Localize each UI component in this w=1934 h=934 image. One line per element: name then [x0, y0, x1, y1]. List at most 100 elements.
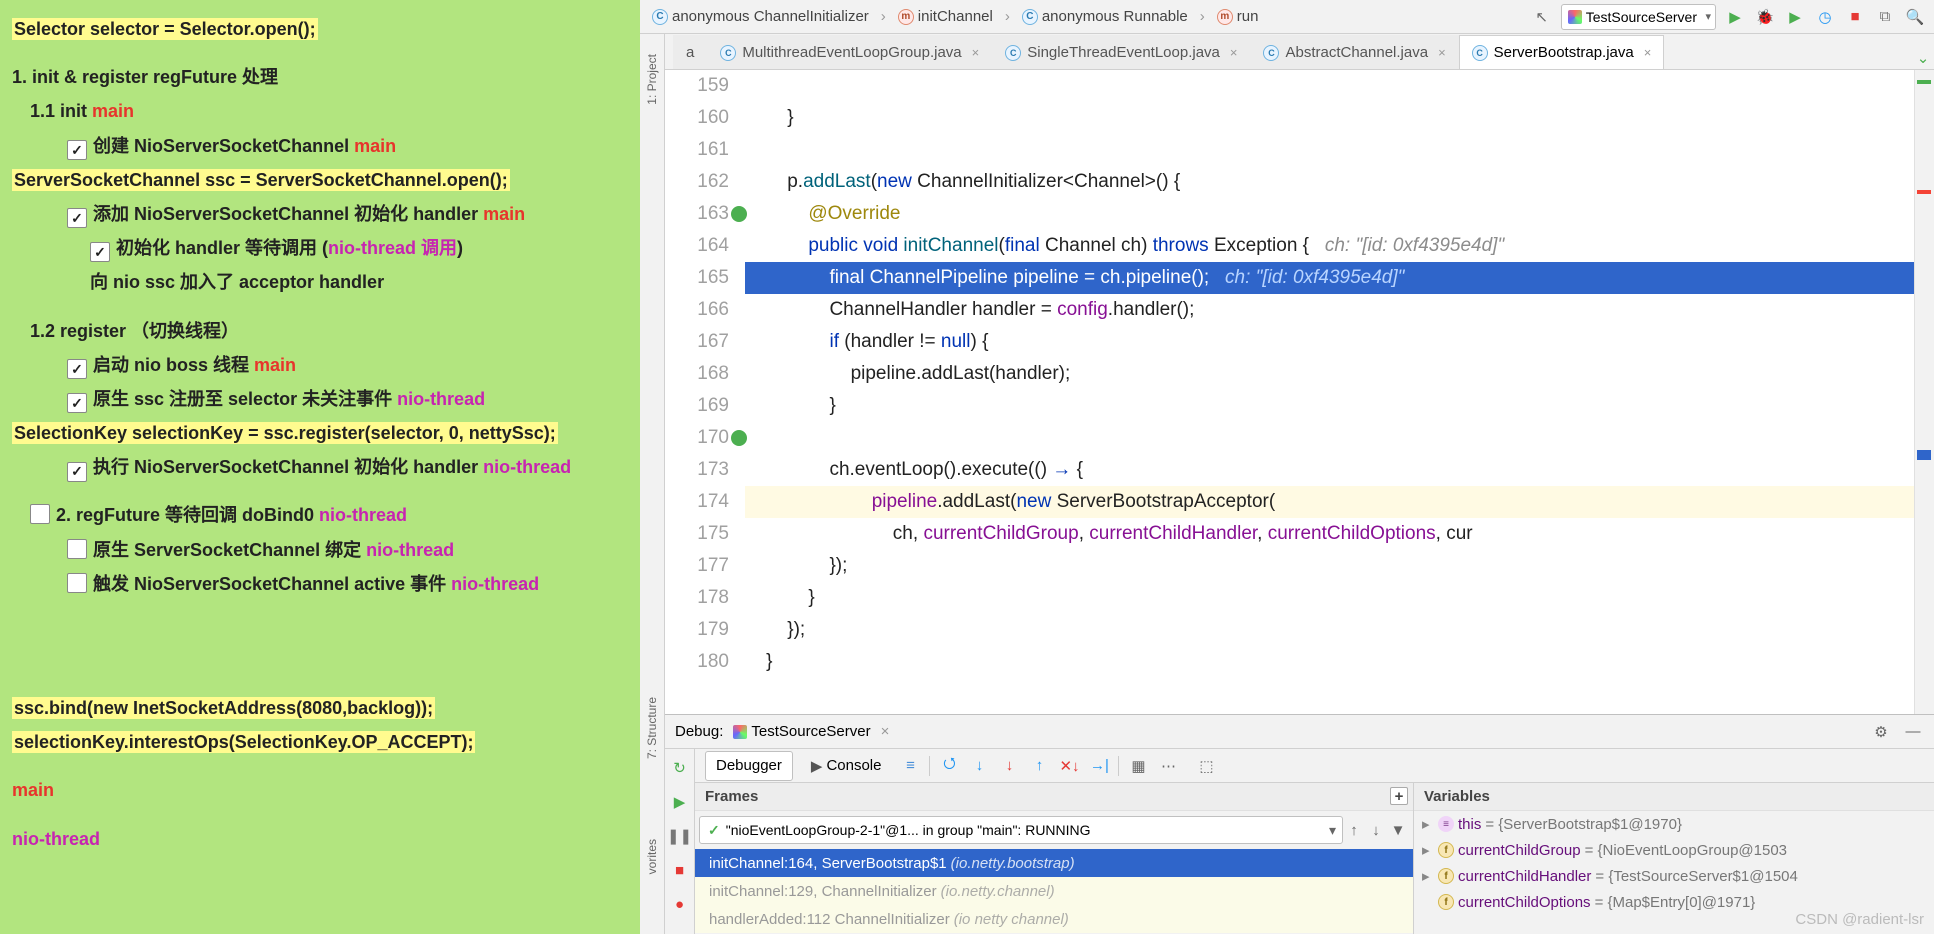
note-text: 初始化 handler 等待调用 ( [116, 238, 328, 258]
add-watch-icon[interactable]: + [1390, 787, 1408, 805]
editor-marker-strip[interactable] [1914, 70, 1934, 714]
project-tool-tab[interactable]: 1: Project [645, 54, 659, 105]
checkbox-icon[interactable]: ✓ [67, 359, 87, 379]
tab-overflow-icon[interactable]: ⌄ [1912, 47, 1934, 69]
step-over-icon[interactable]: ⭯ [938, 755, 960, 777]
note-tag: nio-thread [366, 540, 454, 560]
note-text: 2. regFuture 等待回调 doBind0 [56, 505, 319, 525]
more-icon[interactable]: ⋯ [1157, 755, 1179, 777]
override-icon[interactable] [731, 206, 747, 222]
coverage-icon[interactable]: ▶ [1784, 6, 1806, 28]
java-icon: C [720, 45, 736, 61]
close-icon[interactable]: × [881, 723, 890, 740]
force-step-into-icon[interactable]: ↓ [998, 755, 1020, 777]
note-tag: main [12, 773, 628, 807]
stop-icon[interactable]: ■ [669, 859, 691, 881]
note-text: 原生 ssc 注册至 selector 未关注事件 [93, 389, 397, 409]
layout-settings-icon[interactable]: ⬚ [1195, 755, 1217, 777]
console-tab[interactable]: ▶Console [801, 751, 892, 781]
run-config-dropdown[interactable]: TestSourceServer [1561, 4, 1716, 30]
rerun-icon[interactable]: ↻ [669, 757, 691, 779]
editor-tab[interactable]: CSingleThreadEventLoop.java× [992, 35, 1250, 69]
note-tag: main [92, 101, 134, 121]
close-icon[interactable]: × [1438, 45, 1446, 60]
frame-row[interactable]: initChannel:164, ServerBootstrap$1 (io.n… [695, 849, 1413, 877]
editor-tab[interactable]: a [673, 35, 707, 69]
debug-tool-window: Debug: TestSourceServer× ⚙ — ↻ ▶ ❚❚ ■ ● [665, 714, 1934, 934]
editor-tab[interactable]: CMultithreadEventLoopGroup.java× [707, 35, 992, 69]
note-line: SelectionKey selectionKey = ssc.register… [12, 422, 558, 444]
gutter: 159160161162 163 164 165166167168169 170… [665, 70, 745, 714]
gear-icon[interactable]: ⚙ [1870, 721, 1892, 743]
structure-tool-tab[interactable]: 7: Structure [645, 697, 659, 759]
favorites-tool-tab[interactable]: vorites [645, 839, 659, 874]
override-icon[interactable] [731, 430, 747, 446]
resume-icon[interactable]: ▶ [669, 791, 691, 813]
checkbox-icon[interactable] [67, 573, 87, 593]
profile-icon[interactable]: ◷ [1814, 6, 1836, 28]
breadcrumb-item[interactable]: Canonymous ChannelInitializer [648, 6, 873, 27]
filter-icon[interactable]: ▼ [1387, 819, 1409, 841]
tab-label: a [686, 44, 694, 61]
thread-dropdown[interactable]: "nioEventLoopGroup-2-1"@1... in group "m… [699, 816, 1343, 844]
next-frame-icon[interactable]: ↓ [1365, 819, 1387, 841]
frame-row[interactable]: initChannel:129, ChannelInitializer (io.… [695, 877, 1413, 905]
variable-row[interactable]: ▸fcurrentChildGroup = {NioEventLoopGroup… [1414, 837, 1934, 863]
debug-side-toolbar: ↻ ▶ ❚❚ ■ ● [665, 749, 695, 934]
note-tag: main [254, 355, 296, 375]
step-out-icon[interactable]: ↑ [1028, 755, 1050, 777]
checkbox-icon[interactable]: ✓ [67, 462, 87, 482]
debug-icon[interactable]: 🐞 [1754, 6, 1776, 28]
close-icon[interactable]: × [1644, 45, 1652, 60]
editor-tab[interactable]: CServerBootstrap.java× [1459, 35, 1665, 69]
stop-icon[interactable]: ■ [1844, 6, 1866, 28]
class-icon: C [1022, 9, 1038, 25]
note-text: 执行 NioServerSocketChannel 初始化 handler [93, 457, 483, 477]
frames-title: Frames [695, 783, 1413, 811]
search-icon[interactable]: 🔍 [1904, 6, 1926, 28]
breadcrumb-item[interactable]: minitChannel [894, 6, 997, 27]
frame-row[interactable]: handlerAdded:112 ChannelInitializer (io … [695, 905, 1413, 933]
editor-tab[interactable]: CAbstractChannel.java× [1250, 35, 1458, 69]
variable-row[interactable]: ▸fcurrentChildHandler = {TestSourceServe… [1414, 863, 1934, 889]
pause-icon[interactable]: ❚❚ [669, 825, 691, 847]
step-into-icon[interactable]: ↓ [968, 755, 990, 777]
drop-frame-icon[interactable]: ✕↓ [1058, 755, 1080, 777]
variables-title: Variables [1424, 788, 1490, 805]
marker-icon[interactable] [1917, 190, 1931, 194]
left-tool-strip[interactable]: 1: Project 7: Structure vorites [640, 34, 665, 934]
breadcrumb-label: anonymous ChannelInitializer [672, 8, 869, 25]
checkbox-icon[interactable]: ✓ [67, 208, 87, 228]
breakpoints-icon[interactable]: ● [669, 893, 691, 915]
method-icon: m [1217, 9, 1233, 25]
threads-icon[interactable]: ≡ [899, 755, 921, 777]
checkbox-icon[interactable] [67, 539, 87, 559]
run-to-cursor-icon[interactable]: →| [1088, 755, 1110, 777]
code-editor[interactable]: 159160161162 163 164 165166167168169 170… [665, 70, 1914, 714]
minimize-icon[interactable]: — [1902, 721, 1924, 743]
checkbox-icon[interactable]: ✓ [67, 393, 87, 413]
debugger-tab[interactable]: Debugger [705, 751, 793, 781]
checkbox-icon[interactable]: ✓ [67, 140, 87, 160]
evaluate-icon[interactable]: ▦ [1127, 755, 1149, 777]
code-area[interactable]: } p.addLast(new ChannelInitializer<Chann… [745, 70, 1914, 714]
frame-list[interactable]: initChannel:164, ServerBootstrap$1 (io.n… [695, 849, 1413, 934]
layout-icon[interactable]: ⧉ [1874, 6, 1896, 28]
breadcrumb-item[interactable]: mrun [1213, 6, 1263, 27]
note-line: selectionKey.interestOps(SelectionKey.OP… [12, 731, 475, 753]
breadcrumb-item[interactable]: Canonymous Runnable [1018, 6, 1192, 27]
marker-icon[interactable] [1917, 80, 1931, 84]
note-text: 触发 NioServerSocketChannel active 事件 [93, 574, 451, 594]
run-icon[interactable]: ▶ [1724, 6, 1746, 28]
checkbox-icon[interactable]: ✓ [90, 242, 110, 262]
note-tag: main [483, 204, 525, 224]
note-tag: nio-thread [483, 457, 571, 477]
prev-frame-icon[interactable]: ↑ [1343, 819, 1365, 841]
variable-row[interactable]: ▸≡this = {ServerBootstrap$1@1970} [1414, 811, 1934, 837]
frames-panel: Frames "nioEventLoopGroup-2-1"@1... in g… [695, 783, 1414, 934]
marker-icon[interactable] [1917, 450, 1931, 460]
back-icon[interactable]: ↖ [1531, 6, 1553, 28]
checkbox-icon[interactable] [30, 504, 50, 524]
close-icon[interactable]: × [1230, 45, 1238, 60]
close-icon[interactable]: × [972, 45, 980, 60]
